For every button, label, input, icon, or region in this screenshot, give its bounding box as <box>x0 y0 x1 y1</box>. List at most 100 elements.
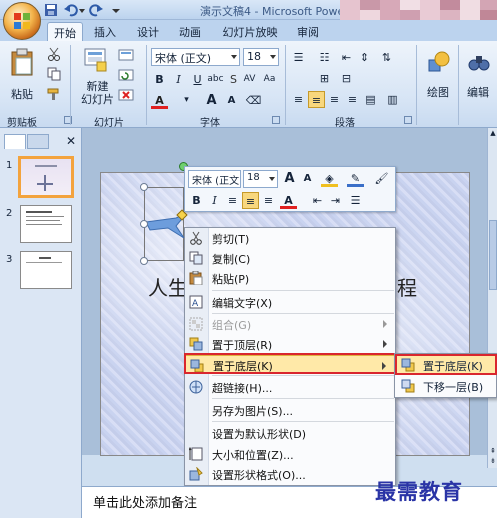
editing-button[interactable]: 编辑 <box>461 47 495 107</box>
menu-item-edit-text[interactable]: A 编辑文字(X) <box>185 292 395 312</box>
slide-thumbnail-3[interactable] <box>20 251 72 289</box>
slide-thumbnail-1[interactable] <box>18 156 74 198</box>
change-case-icon[interactable]: Aa <box>261 71 278 88</box>
resize-handle[interactable] <box>140 220 148 228</box>
undo-dropdown-icon[interactable] <box>79 3 85 17</box>
tab-slideshow[interactable]: 幻灯片放映 <box>215 22 285 41</box>
tab-home[interactable]: 开始 <box>47 22 83 41</box>
new-slide-button[interactable]: 新建 幻灯片 <box>74 45 114 107</box>
font-size-combo[interactable]: 18 <box>243 48 279 66</box>
menu-item-bring-to-front[interactable]: 置于顶层(R) <box>185 334 395 354</box>
shrink-font-icon[interactable]: A <box>299 170 316 187</box>
menu-item-size-position[interactable]: 大小和位置(Z)... <box>185 444 395 464</box>
tab-animation[interactable]: 动画 <box>172 22 208 41</box>
reset-icon[interactable] <box>118 69 134 81</box>
align-left-icon[interactable]: ≡ <box>224 192 241 209</box>
cut-icon[interactable] <box>47 47 61 61</box>
decrease-indent-icon[interactable]: ⇤ <box>338 49 355 66</box>
line-spacing-icon[interactable]: ⇕ <box>356 49 373 66</box>
font-color-icon[interactable]: A <box>280 192 297 209</box>
submenu-item-send-to-back[interactable]: 置于底层(K) <box>395 354 497 375</box>
align-center-icon[interactable]: ≡ <box>308 91 325 108</box>
tab-outline-view[interactable] <box>27 134 49 149</box>
slide-body-text-tail[interactable]: 程 <box>397 272 417 301</box>
italic-icon[interactable]: I <box>206 192 223 209</box>
format-painter-icon[interactable]: 🖌 <box>373 170 390 187</box>
paragraph-dialog-launcher[interactable] <box>404 116 412 124</box>
convert-smartart-icon[interactable]: ⊟ <box>338 70 355 87</box>
qat-customize-icon[interactable] <box>112 3 120 17</box>
format-painter-icon[interactable] <box>47 87 61 101</box>
office-button[interactable] <box>3 2 41 40</box>
tab-insert[interactable]: 插入 <box>87 22 123 41</box>
tab-slides-view[interactable] <box>4 134 26 149</box>
align-left-icon[interactable]: ≡ <box>290 91 307 108</box>
char-spacing-icon[interactable]: AV <box>241 71 258 88</box>
decrease-indent-icon[interactable]: ⇤ <box>309 192 326 209</box>
tab-review[interactable]: 审阅 <box>290 22 326 41</box>
menu-item-set-default-shape[interactable]: 设置为默认形状(D) <box>185 423 395 443</box>
menu-item-save-as-picture[interactable]: 另存为图片(S)... <box>185 400 395 420</box>
grow-font-icon[interactable]: A <box>203 92 220 109</box>
line-color-icon[interactable]: ✎ <box>347 170 364 187</box>
mini-font-size-value: 18 <box>247 172 260 183</box>
paste-button[interactable]: 粘贴 <box>6 47 36 103</box>
drawing-label: 绘图 <box>427 86 449 99</box>
distribute-icon[interactable]: ▤ <box>362 91 379 108</box>
paste-icon <box>11 48 33 76</box>
resize-handle[interactable] <box>140 183 148 191</box>
menu-item-cut[interactable]: 剪切(T) <box>185 228 395 248</box>
align-center-icon[interactable]: ≡ <box>242 192 259 209</box>
menu-item-paste[interactable]: 粘贴(P) <box>185 268 395 288</box>
shadow-icon[interactable]: S <box>225 71 242 88</box>
font-color-dropdown-icon[interactable]: ▾ <box>178 92 195 109</box>
menu-item-format-shape[interactable]: 设置形状格式(O)... <box>185 464 395 484</box>
mini-font-name-combo[interactable]: 宋体 (正文 <box>188 170 241 188</box>
bullets-icon[interactable]: ☰ <box>347 192 364 209</box>
underline-icon[interactable]: U <box>189 71 206 88</box>
font-color-icon[interactable]: A <box>151 92 168 109</box>
mini-font-size-combo[interactable]: 18 <box>243 170 278 188</box>
drawing-button[interactable]: 绘图 <box>421 47 455 107</box>
copy-icon[interactable] <box>47 67 61 81</box>
close-icon[interactable]: ✕ <box>66 134 76 148</box>
shrink-font-icon[interactable]: A <box>223 92 240 109</box>
menu-item-copy[interactable]: 复制(C) <box>185 248 395 268</box>
align-text-icon[interactable]: ⊞ <box>316 70 333 87</box>
bold-icon[interactable]: B <box>151 71 168 88</box>
font-name-combo[interactable]: 宋体 (正文) <box>151 48 240 66</box>
font-dialog-launcher[interactable] <box>272 116 280 124</box>
menu-item-hyperlink[interactable]: 超链接(H)... <box>185 377 395 397</box>
save-icon[interactable] <box>44 3 58 17</box>
numbering-icon[interactable]: ☷ <box>316 49 333 66</box>
paste-label: 粘贴 <box>11 88 33 101</box>
vertical-scrollbar[interactable]: ▲ ⇞ ⇟ <box>487 128 497 468</box>
menu-item-group[interactable]: 组合(G) <box>185 314 395 334</box>
delete-slide-icon[interactable] <box>118 89 134 101</box>
menu-item-label: 复制(C) <box>212 253 251 266</box>
slide-thumbnail-2[interactable] <box>20 205 72 243</box>
align-right-icon[interactable]: ≡ <box>260 192 277 209</box>
undo-icon[interactable] <box>64 3 78 17</box>
columns-icon[interactable]: ▥ <box>384 91 401 108</box>
clear-format-icon[interactable]: ⌫ <box>245 92 262 109</box>
justify-icon[interactable]: ≡ <box>344 91 361 108</box>
submenu-arrow-icon <box>383 340 387 348</box>
slide-body-text[interactable]: 人生 <box>148 272 188 301</box>
submenu-item-send-backward[interactable]: 下移一层(B) <box>395 376 497 396</box>
tab-design[interactable]: 设计 <box>130 22 166 41</box>
strikethrough-icon[interactable]: abc <box>207 71 224 88</box>
bullets-icon[interactable]: ☰ <box>290 49 307 66</box>
layout-icon[interactable] <box>118 49 134 61</box>
mini-toolbar: 宋体 (正文 18 A A ◈ ✎ 🖌 B I ≡ ≡ ≡ A ⇤ ⇥ ☰ <box>184 166 396 212</box>
clipboard-group-label: 剪贴板 <box>7 118 37 129</box>
text-direction-icon[interactable]: ⇅ <box>378 49 395 66</box>
italic-icon[interactable]: I <box>170 71 187 88</box>
redo-icon[interactable] <box>89 3 103 17</box>
align-right-icon[interactable]: ≡ <box>326 91 343 108</box>
resize-handle[interactable] <box>140 257 148 265</box>
increase-indent-icon[interactable]: ⇥ <box>327 192 344 209</box>
fill-color-icon[interactable]: ◈ <box>321 170 338 187</box>
grow-font-icon[interactable]: A <box>281 170 298 187</box>
bold-icon[interactable]: B <box>188 192 205 209</box>
